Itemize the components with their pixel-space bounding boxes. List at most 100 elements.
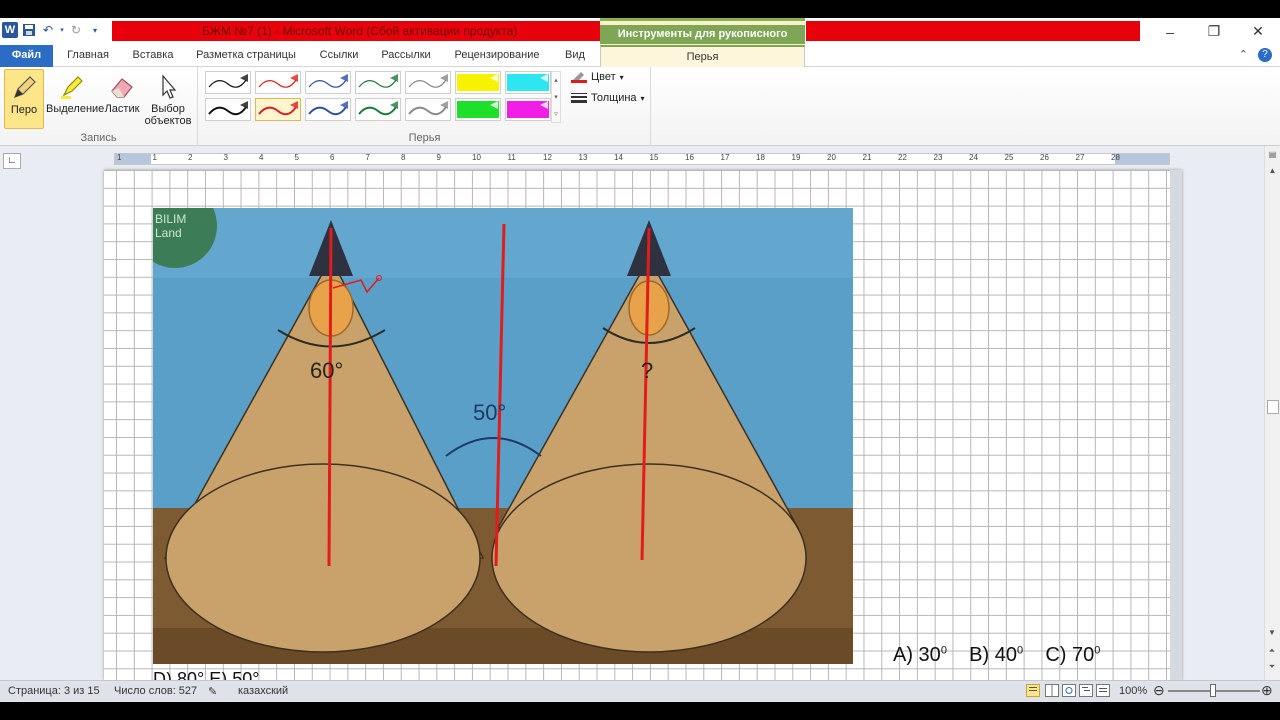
pen-swatch[interactable] (205, 71, 251, 94)
pen-swatch[interactable] (455, 71, 501, 94)
pen-swatch[interactable] (505, 98, 551, 121)
ruler-number: 7 (365, 153, 370, 162)
ruler-number: 9 (436, 153, 441, 162)
undo-icon[interactable]: ↶ (40, 22, 56, 38)
tab-file[interactable]: Файл (0, 45, 53, 67)
language-indicator[interactable]: казахский (238, 685, 288, 697)
customize-qat-icon[interactable]: ▾ (87, 22, 103, 38)
draft-view-icon[interactable] (1096, 684, 1110, 700)
pen-stroke-icon (358, 74, 398, 88)
highlighter-swatch-icon (507, 74, 549, 91)
ruler-numbers: 1 1 2 3 4 5 6 7 8 9 10 11 12 13 14 15 16 17 18 19 20 21 22 23 24… (115, 153, 1169, 163)
proofing-icon[interactable]: ✎ (208, 685, 217, 698)
answer-a[interactable]: A) 300 (893, 644, 947, 666)
tab-view[interactable]: Вид (558, 45, 592, 67)
title-bar-highlight (806, 21, 1140, 41)
help-icon[interactable]: ? (1258, 48, 1272, 62)
scroll-thumb[interactable] (1267, 400, 1279, 414)
full-screen-reading-icon[interactable] (1045, 684, 1059, 700)
horizontal-ruler[interactable]: 1 1 2 3 4 5 6 7 8 9 10 11 12 13 14 15 16 17 18 19 20 21 22 23 24… (114, 153, 1170, 165)
ruler-number: 12 (543, 153, 552, 162)
answer-c-text: C) 70 (1045, 644, 1095, 666)
inserted-picture[interactable]: BILIM Land 60° 50° ? (153, 208, 853, 664)
ribbon-tabs: Файл Главная Вставка Разметка страницы С… (0, 45, 1280, 67)
tab-page-layout[interactable]: Разметка страницы (190, 45, 302, 67)
pen-stroke-icon (408, 74, 448, 88)
pen-swatch[interactable] (405, 98, 451, 121)
pen-swatch[interactable] (305, 71, 351, 94)
previous-page-icon[interactable]: ⏶ (1265, 644, 1279, 658)
word-window: W ↶ ▾ ↻ ▾ БЖМ №7 (1) - Microsoft Word (С… (0, 0, 1280, 720)
zoom-in-icon[interactable]: ⊕ (1261, 682, 1273, 699)
scroll-up-icon[interactable]: ▲ (1266, 164, 1280, 178)
answer-options: A) 300 B) 400 C) 700 (893, 644, 1100, 667)
highlighter-button[interactable]: Выделение (46, 69, 104, 129)
pen-stroke-icon (208, 101, 248, 116)
ruler-number: 6 (330, 153, 335, 162)
ribbon: Перо Выделение Ластик Выбор объектов Зап… (0, 67, 1280, 146)
pen-stroke-icon (308, 74, 348, 88)
tab-references[interactable]: Ссылки (312, 45, 366, 67)
pen-swatch[interactable] (355, 71, 401, 94)
pen-color-button[interactable]: Цвет ▾ (571, 71, 624, 83)
pen-swatch[interactable] (255, 98, 301, 121)
answer-b[interactable]: B) 400 (969, 644, 1023, 666)
scroll-down-icon[interactable]: ▼ (1265, 626, 1279, 640)
window-controls: – ❐ ✕ (1148, 18, 1280, 45)
page-counter[interactable]: Страница: 3 из 15 (8, 685, 100, 697)
pen-gallery-scroll[interactable]: ▴ ▾ ▿ (551, 71, 561, 123)
minimize-ribbon-icon[interactable]: ⌃ (1239, 48, 1248, 62)
ruler-number: 15 (649, 153, 659, 162)
document-area: BILIM Land 60° 50° ? A) 300 B) 400 C) 70… (0, 170, 1264, 680)
chevron-down-icon: ▾ (619, 72, 624, 82)
eraser-icon (111, 78, 133, 98)
pen-swatch[interactable] (455, 98, 501, 121)
tab-home[interactable]: Главная (58, 45, 118, 67)
ruler-number: 17 (720, 153, 730, 162)
web-layout-icon[interactable] (1062, 684, 1076, 700)
record-group-label: Запись (80, 132, 117, 144)
print-layout-view-icon[interactable] (1026, 684, 1040, 700)
answer-c[interactable]: C) 700 (1045, 644, 1100, 666)
ruler-number: 3 (223, 153, 228, 162)
pen-swatch[interactable] (205, 98, 251, 121)
minimize-button[interactable]: – (1148, 18, 1192, 45)
word-app-icon[interactable]: W (2, 22, 18, 38)
pen-button-label: Перо (10, 104, 38, 116)
pen-swatch[interactable] (355, 98, 401, 121)
pen-swatch[interactable] (505, 71, 551, 94)
tab-pens[interactable]: Перья (600, 45, 805, 67)
ruler-number: 16 (685, 153, 694, 162)
restore-button[interactable]: ❐ (1192, 18, 1236, 45)
vertical-scrollbar[interactable]: ▤ ▲ ▼ ⏶ ⏷ (1264, 146, 1280, 680)
pen-swatch[interactable] (255, 71, 301, 94)
undo-dropdown-icon[interactable]: ▾ (59, 22, 65, 38)
tab-mailings[interactable]: Рассылки (375, 45, 437, 67)
zoom-level[interactable]: 100% (1119, 685, 1147, 697)
pen-swatch[interactable] (405, 71, 451, 94)
eraser-button[interactable]: Ластик (102, 69, 142, 129)
chevron-down-icon: ▾ (640, 93, 645, 103)
ruler-number: 18 (756, 153, 765, 162)
save-icon[interactable] (21, 22, 37, 38)
pen-swatch[interactable] (305, 98, 351, 121)
select-objects-button-label: Выбор объектов (144, 103, 192, 127)
pen-thickness-button[interactable]: Толщина ▾ (571, 92, 645, 104)
redo-icon[interactable]: ↻ (68, 22, 84, 38)
pen-button[interactable]: Перо (4, 69, 44, 129)
tab-selector[interactable]: ∟ (3, 153, 21, 169)
zoom-slider-thumb[interactable] (1210, 684, 1216, 697)
angle-label-left: 60° (310, 358, 344, 383)
close-button[interactable]: ✕ (1236, 18, 1280, 45)
tab-insert[interactable]: Вставка (124, 45, 182, 67)
tab-review[interactable]: Рецензирование (446, 45, 548, 67)
zoom-out-icon[interactable]: ⊖ (1153, 682, 1165, 699)
word-count[interactable]: Число слов: 527 (114, 685, 197, 697)
answer-b-text: B) 40 (969, 644, 1017, 666)
pen-stroke-icon (408, 101, 448, 116)
ruler-toggle-icon[interactable]: ▤ (1266, 148, 1280, 162)
highlighter-swatch-icon (457, 101, 499, 118)
select-objects-button[interactable]: Выбор объектов (144, 69, 192, 129)
outline-view-icon[interactable] (1079, 684, 1093, 700)
next-page-icon[interactable]: ⏷ (1265, 660, 1279, 674)
